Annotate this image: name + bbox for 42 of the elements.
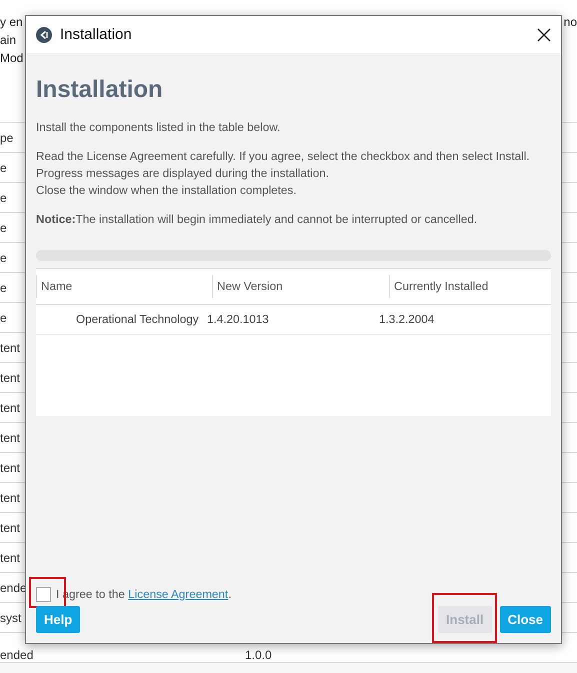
- table-cell: e: [0, 310, 7, 324]
- instruction-text: Progress messages are displayed during the installation.: [36, 166, 330, 182]
- table-cell: e: [0, 250, 7, 264]
- table-cell: tent: [0, 490, 20, 504]
- table-cell: 1.4.20.1013: [207, 313, 269, 326]
- table-cell: syst: [0, 610, 22, 624]
- table-cell: tent: [0, 520, 20, 534]
- dialog-heading: Installation: [36, 75, 164, 105]
- table-cell: Operational Technology: [76, 313, 199, 326]
- instruction-text: Read the License Agreement carefully. If you agree, select the checkbox and then select Install.: [36, 149, 531, 165]
- instruction-text: Notice:The installation will begin immediately and cannot be interrupted or cancelled.: [36, 212, 478, 228]
- table-cell: e: [0, 220, 7, 234]
- agree-checkbox[interactable]: [36, 587, 51, 602]
- table-cell: pe: [0, 130, 14, 144]
- license-link[interactable]: License Agreement: [128, 588, 228, 601]
- table-cell: ende: [0, 580, 27, 594]
- background-text: Mod: [0, 50, 24, 67]
- table-cell: 1.0.0: [245, 648, 272, 662]
- instruction-text: Install the components listed in the table below.: [36, 120, 282, 136]
- table-cell: e: [0, 190, 7, 204]
- background-text: no: [564, 14, 577, 31]
- app-icon: [36, 26, 52, 42]
- table-cell: tent: [0, 550, 20, 564]
- background-text: y en: [0, 14, 23, 31]
- table-cell: tent: [0, 460, 20, 474]
- column-header: Name: [41, 280, 72, 293]
- table-cell: tent: [0, 430, 20, 444]
- table-cell: 1.3.2.2004: [379, 313, 434, 326]
- background-text: ain: [0, 32, 16, 49]
- instruction-text: Close the window when the installation completes.: [36, 183, 298, 199]
- column-header: Currently Installed: [394, 280, 488, 293]
- table-cell: e: [0, 160, 7, 174]
- dialog-button[interactable]: Help: [36, 606, 80, 633]
- table-cell: tent: [0, 340, 20, 354]
- table-cell: e: [0, 280, 7, 294]
- table-cell: ended: [0, 648, 34, 662]
- window-title: Installation: [60, 26, 133, 43]
- table-cell: tent: [0, 400, 20, 414]
- close-icon[interactable]: [537, 28, 551, 42]
- dialog-button[interactable]: Close: [500, 606, 551, 633]
- table-cell: tent: [0, 370, 20, 384]
- column-header: New Version: [217, 280, 283, 293]
